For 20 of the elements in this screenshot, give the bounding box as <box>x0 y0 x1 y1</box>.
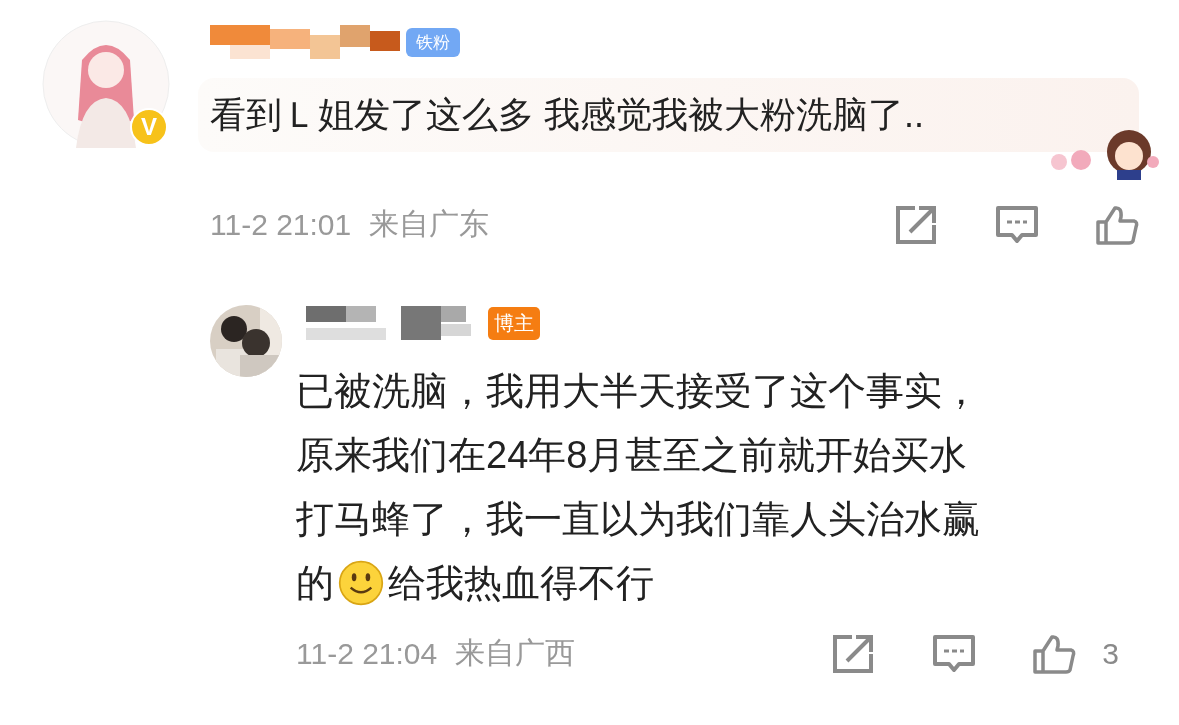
like-icon[interactable] <box>1032 633 1077 674</box>
comment-time: 11-2 21:01 <box>210 207 352 242</box>
author-badge: 博主 <box>488 306 540 340</box>
comment-icon[interactable] <box>995 204 1039 245</box>
like-count: 3 <box>1102 636 1119 671</box>
reply-text-line: 的 <box>296 560 334 606</box>
avatar-icon[interactable] <box>42 20 170 148</box>
reply-text-line: 原来我们在24年8月甚至之前就开始买水 <box>296 432 969 478</box>
like-icon[interactable] <box>1095 204 1139 245</box>
reply-location: 来自广西 <box>455 635 576 671</box>
reply-text-line: 给我热血得不行 <box>388 560 654 606</box>
comment-icon[interactable] <box>932 633 977 674</box>
smiley-icon <box>338 560 384 606</box>
fan-badge: 铁粉 <box>406 27 460 57</box>
reply-time: 11-2 21:04 <box>296 636 438 671</box>
comment-text: 看到Ｌ姐发了这么多 我感觉我被大粉洗脑了.. <box>210 92 924 137</box>
reply-text-line: 已被洗脑，我用大半天接受了这个事实， <box>296 368 981 414</box>
comment-location: 来自广东 <box>369 206 490 242</box>
reply-text-line: 打马蜂了，我一直以为我们靠人头治水赢 <box>296 496 981 542</box>
share-icon[interactable] <box>895 204 939 245</box>
